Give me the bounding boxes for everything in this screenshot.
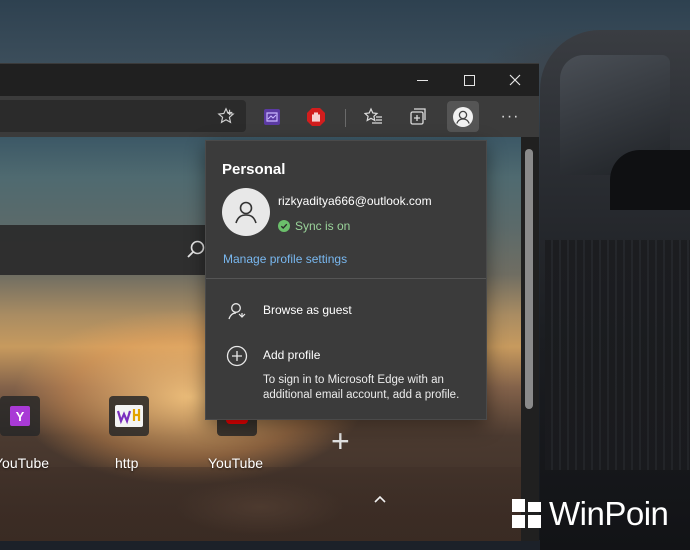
maximize-button[interactable] [446,64,492,96]
guest-icon [228,303,246,320]
search-icon [187,240,205,258]
add-circle-icon [226,345,248,367]
background-rocks [0,467,521,541]
minimize-button[interactable] [399,64,445,96]
add-quick-link-button[interactable]: + [331,423,350,460]
browse-as-guest-label: Browse as guest [263,303,352,317]
scrollbar-thumb[interactable] [525,149,533,409]
red-hand-extension-icon[interactable] [303,104,329,130]
browse-as-guest-button[interactable]: Browse as guest [206,295,486,327]
toolbar-separator [345,109,346,127]
chevron-up-icon[interactable] [370,492,390,506]
quick-link-tile[interactable] [109,396,149,436]
winpoin-logo-icon [512,499,542,529]
maximize-icon [463,74,475,86]
person-icon [453,106,473,127]
collections-icon[interactable] [405,104,431,130]
person-icon [235,201,257,224]
address-bar[interactable] [0,100,246,132]
manage-profile-settings-link[interactable]: Manage profile settings [223,252,347,266]
add-profile-description: To sign in to Microsoft Edge with an add… [263,374,460,401]
watermark-text: WinPoin [549,495,669,532]
quick-link-label: YouTube [208,455,264,471]
star-outline-icon[interactable] [213,103,239,129]
avatar [222,188,270,236]
add-profile-button[interactable]: Add profile [206,340,486,372]
winpoin-watermark: WinPoin [512,492,687,536]
quick-link-tile[interactable]: Y [0,396,40,436]
car-hood [610,150,690,210]
close-icon [509,74,521,86]
profile-email: rizkyaditya666@outlook.com [278,194,432,208]
sync-status-text: Sync is on [295,219,351,233]
add-profile-label: Add profile [263,348,321,362]
profile-button[interactable] [447,101,479,132]
check-circle-icon [278,220,290,232]
close-button[interactable] [492,64,538,96]
divider [206,278,486,279]
yahoo-letter: Y [15,408,25,424]
profile-title: Personal [222,161,286,178]
car-grille [545,240,690,470]
title-bar [0,64,539,96]
search-box[interactable] [0,225,220,275]
favorites-list-icon[interactable] [361,104,387,130]
quick-link-label: http [115,455,139,471]
purple-extension-icon[interactable] [259,104,285,130]
wikihow-icon [115,405,143,427]
quick-link-label: YouTube [0,455,50,471]
sync-status: Sync is on [278,219,350,233]
profile-flyout: Personal rizkyaditya666@outlook.com Sync… [205,140,487,420]
more-options-button[interactable]: ··· [497,104,523,130]
toolbar: ··· [0,96,539,137]
minimize-icon [416,79,428,81]
